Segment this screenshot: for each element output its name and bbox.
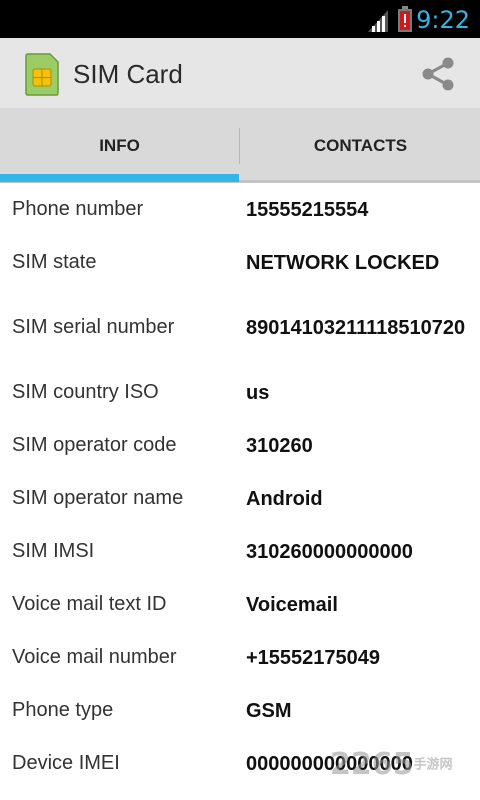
info-value: 310260 [246, 434, 313, 457]
info-row-phone-number: Phone number 15555215554 [0, 183, 480, 236]
info-value: GSM [246, 699, 292, 722]
info-row-sim-state: SIM state NETWORK LOCKED [0, 236, 480, 289]
tab-selected-indicator [0, 174, 239, 182]
watermark-text: 手游网 [413, 757, 453, 773]
tab-contacts[interactable]: CONTACTS [241, 108, 480, 183]
tab-bar: INFO CONTACTS [0, 108, 480, 183]
tab-divider [239, 128, 240, 164]
info-label: Phone number [12, 198, 144, 220]
signal-icon [368, 10, 388, 32]
info-label: Phone type [12, 699, 114, 721]
info-value: Android [246, 487, 323, 510]
info-value: NETWORK LOCKED [246, 251, 440, 274]
battery-alert-icon [398, 6, 412, 32]
sim-info-list: Phone number 15555215554 SIM state NETWO… [0, 183, 480, 790]
info-label: SIM country ISO [12, 381, 159, 403]
info-label: Device IMEI [12, 752, 120, 774]
info-label: SIM operator name [12, 487, 184, 509]
tab-info[interactable]: INFO [0, 108, 239, 183]
info-value: us [246, 381, 270, 404]
clock: 9:22 [416, 6, 470, 34]
info-label: SIM IMSI [12, 540, 95, 562]
info-label: SIM serial number [12, 316, 175, 338]
info-value: Voicemail [246, 593, 338, 616]
share-icon[interactable] [418, 54, 458, 94]
info-row-sim-operator-code: SIM operator code 310260 [0, 419, 480, 472]
info-row-sim-operator-name: SIM operator name Android [0, 472, 480, 525]
sim-card-icon [25, 53, 59, 96]
info-value: 15555215554 [246, 198, 369, 221]
action-bar: SIM Card [0, 38, 480, 108]
info-label: SIM operator code [12, 434, 177, 456]
info-label: Voice mail number [12, 646, 177, 668]
info-value: 89014103211118510720 [246, 316, 466, 339]
watermark-number: 2265 [330, 747, 414, 782]
info-row-voice-mail-number: Voice mail number +15552175049 [0, 631, 480, 684]
info-label: SIM state [12, 251, 97, 273]
info-row-sim-country-iso: SIM country ISO us [0, 366, 480, 419]
info-value: 310260000000000 [246, 540, 413, 563]
info-row-phone-type: Phone type GSM [0, 684, 480, 737]
info-value: +15552175049 [246, 646, 381, 669]
info-label: Voice mail text ID [12, 593, 167, 615]
info-row-sim-serial-number: SIM serial number 89014103211118510720 [0, 289, 480, 366]
site-watermark: 2265手游网 [330, 745, 453, 785]
info-row-sim-imsi: SIM IMSI 310260000000000 [0, 525, 480, 578]
info-row-voice-mail-text-id: Voice mail text ID Voicemail [0, 578, 480, 631]
app-title: SIM Card [73, 59, 183, 89]
status-bar: 9:22 [0, 0, 480, 38]
